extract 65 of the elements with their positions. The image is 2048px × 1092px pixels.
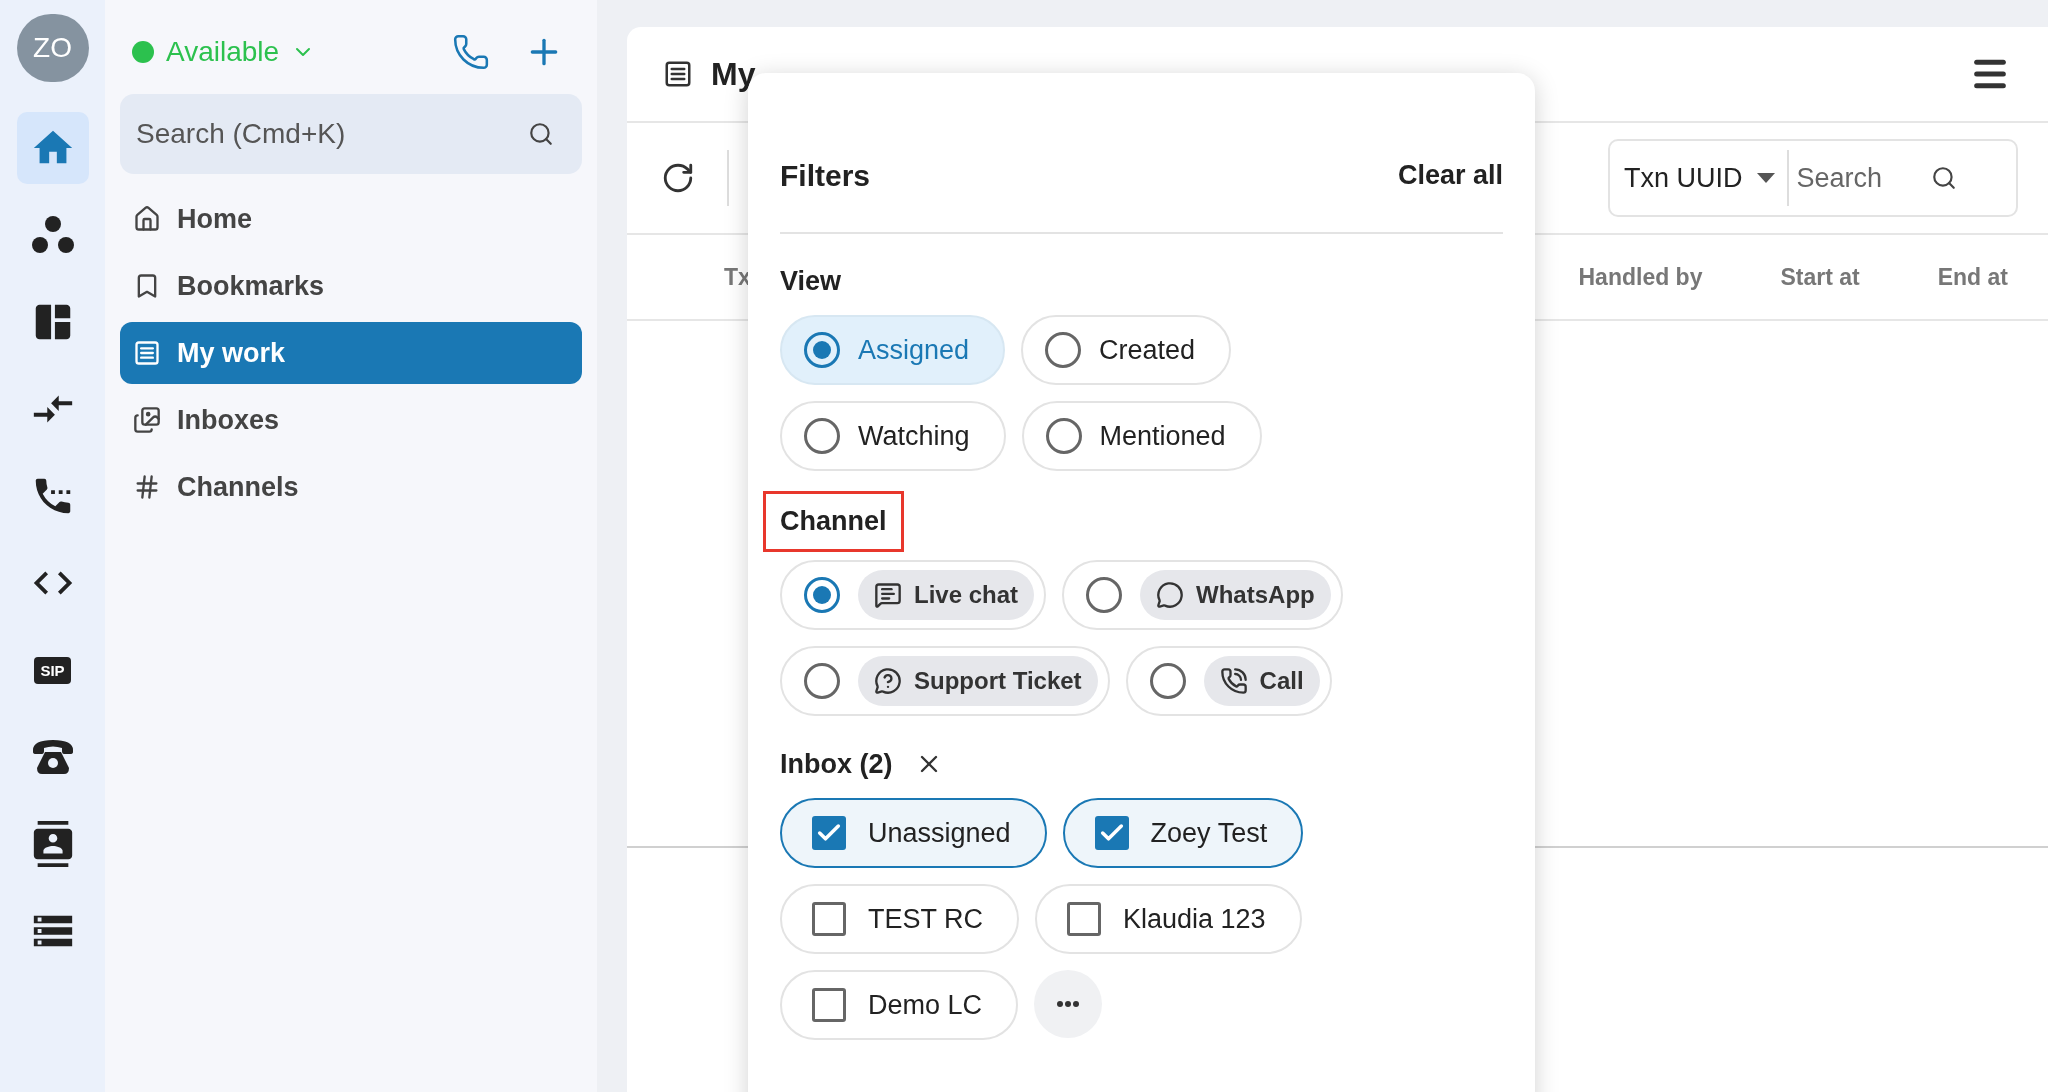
inbox-option[interactable]: Klaudia 123 xyxy=(1035,884,1302,954)
section-title: Inbox (2) xyxy=(780,750,893,778)
column-header: Handled by xyxy=(1578,262,1703,292)
checkbox[interactable] xyxy=(812,902,846,936)
checkbox[interactable] xyxy=(812,816,846,850)
telephone-icon xyxy=(30,738,75,776)
inbox-icon xyxy=(133,406,161,434)
checkbox[interactable] xyxy=(1094,816,1129,850)
channel-label: Support Ticket xyxy=(914,666,1082,696)
radio-button[interactable] xyxy=(804,418,840,454)
nav-item[interactable]: Inboxes xyxy=(120,389,582,451)
channel-label: Call xyxy=(1259,666,1304,696)
home-icon xyxy=(133,205,161,233)
inbox-option[interactable]: Demo LC xyxy=(780,970,1019,1040)
section-title: Channel xyxy=(780,508,887,535)
view-option[interactable]: Watching xyxy=(780,401,1006,471)
chat-icon xyxy=(874,581,902,609)
ellipsis-icon xyxy=(1057,1001,1080,1007)
sip-icon: SIP xyxy=(34,656,71,684)
section-title: View xyxy=(780,268,842,295)
channel-label: Live chat xyxy=(914,580,1019,610)
inbox-option[interactable]: TEST RC xyxy=(780,884,1019,954)
search-type-dropdown[interactable]: Txn UUID xyxy=(1610,150,1789,206)
rail-item[interactable]: SIP xyxy=(16,634,89,706)
radio-button[interactable] xyxy=(1149,663,1186,699)
chat-bubble-icon xyxy=(1156,581,1185,609)
list-icon xyxy=(133,339,161,367)
list-icon xyxy=(663,59,693,89)
view-option[interactable]: Mentioned xyxy=(1021,401,1262,471)
channel-option[interactable]: Call xyxy=(1125,646,1332,716)
nav-item[interactable]: Bookmarks xyxy=(120,255,582,317)
column-header: Start at xyxy=(1780,262,1860,292)
nav-item[interactable]: My work xyxy=(120,322,582,384)
search-field[interactable]: Search (Cmd+K) xyxy=(120,94,582,174)
clear-all-button[interactable]: Clear all xyxy=(1397,155,1503,196)
phone-icon[interactable] xyxy=(452,33,490,71)
search-field[interactable]: Search xyxy=(1796,157,1927,199)
view-option[interactable]: Created xyxy=(1021,315,1232,385)
channel-label: WhatsApp xyxy=(1196,580,1315,610)
page-title: My xyxy=(711,55,756,94)
nav-item[interactable]: Channels xyxy=(120,456,582,518)
radio-button[interactable] xyxy=(1045,332,1082,368)
filters-title: Filters xyxy=(780,158,871,194)
radio-button[interactable] xyxy=(1086,577,1123,613)
inbox-option[interactable]: Unassigned xyxy=(780,798,1047,868)
question-bubble-icon xyxy=(874,667,902,695)
view-option[interactable]: Assigned xyxy=(780,315,1006,385)
checkbox[interactable] xyxy=(812,988,846,1022)
three-dots-icon xyxy=(30,215,75,255)
phone-icon xyxy=(1219,667,1248,695)
checkbox[interactable] xyxy=(1067,902,1101,936)
search-icon xyxy=(528,121,554,147)
radio-button[interactable] xyxy=(804,332,840,368)
caret-icon xyxy=(1756,173,1775,183)
inbox-option[interactable]: Zoey Test xyxy=(1062,798,1304,868)
channel-option[interactable]: Support Ticket xyxy=(780,646,1110,716)
radio-button[interactable] xyxy=(804,663,840,699)
search-icon[interactable] xyxy=(1930,165,1957,191)
channel-option[interactable]: Live chat xyxy=(780,560,1047,630)
channel-option[interactable]: WhatsApp xyxy=(1062,560,1343,630)
column-header: End at xyxy=(1937,262,2008,292)
nav-item[interactable]: Home xyxy=(120,188,582,250)
radio-button[interactable] xyxy=(804,577,840,613)
refresh-icon[interactable] xyxy=(661,161,695,195)
radio-button[interactable] xyxy=(1045,418,1082,454)
